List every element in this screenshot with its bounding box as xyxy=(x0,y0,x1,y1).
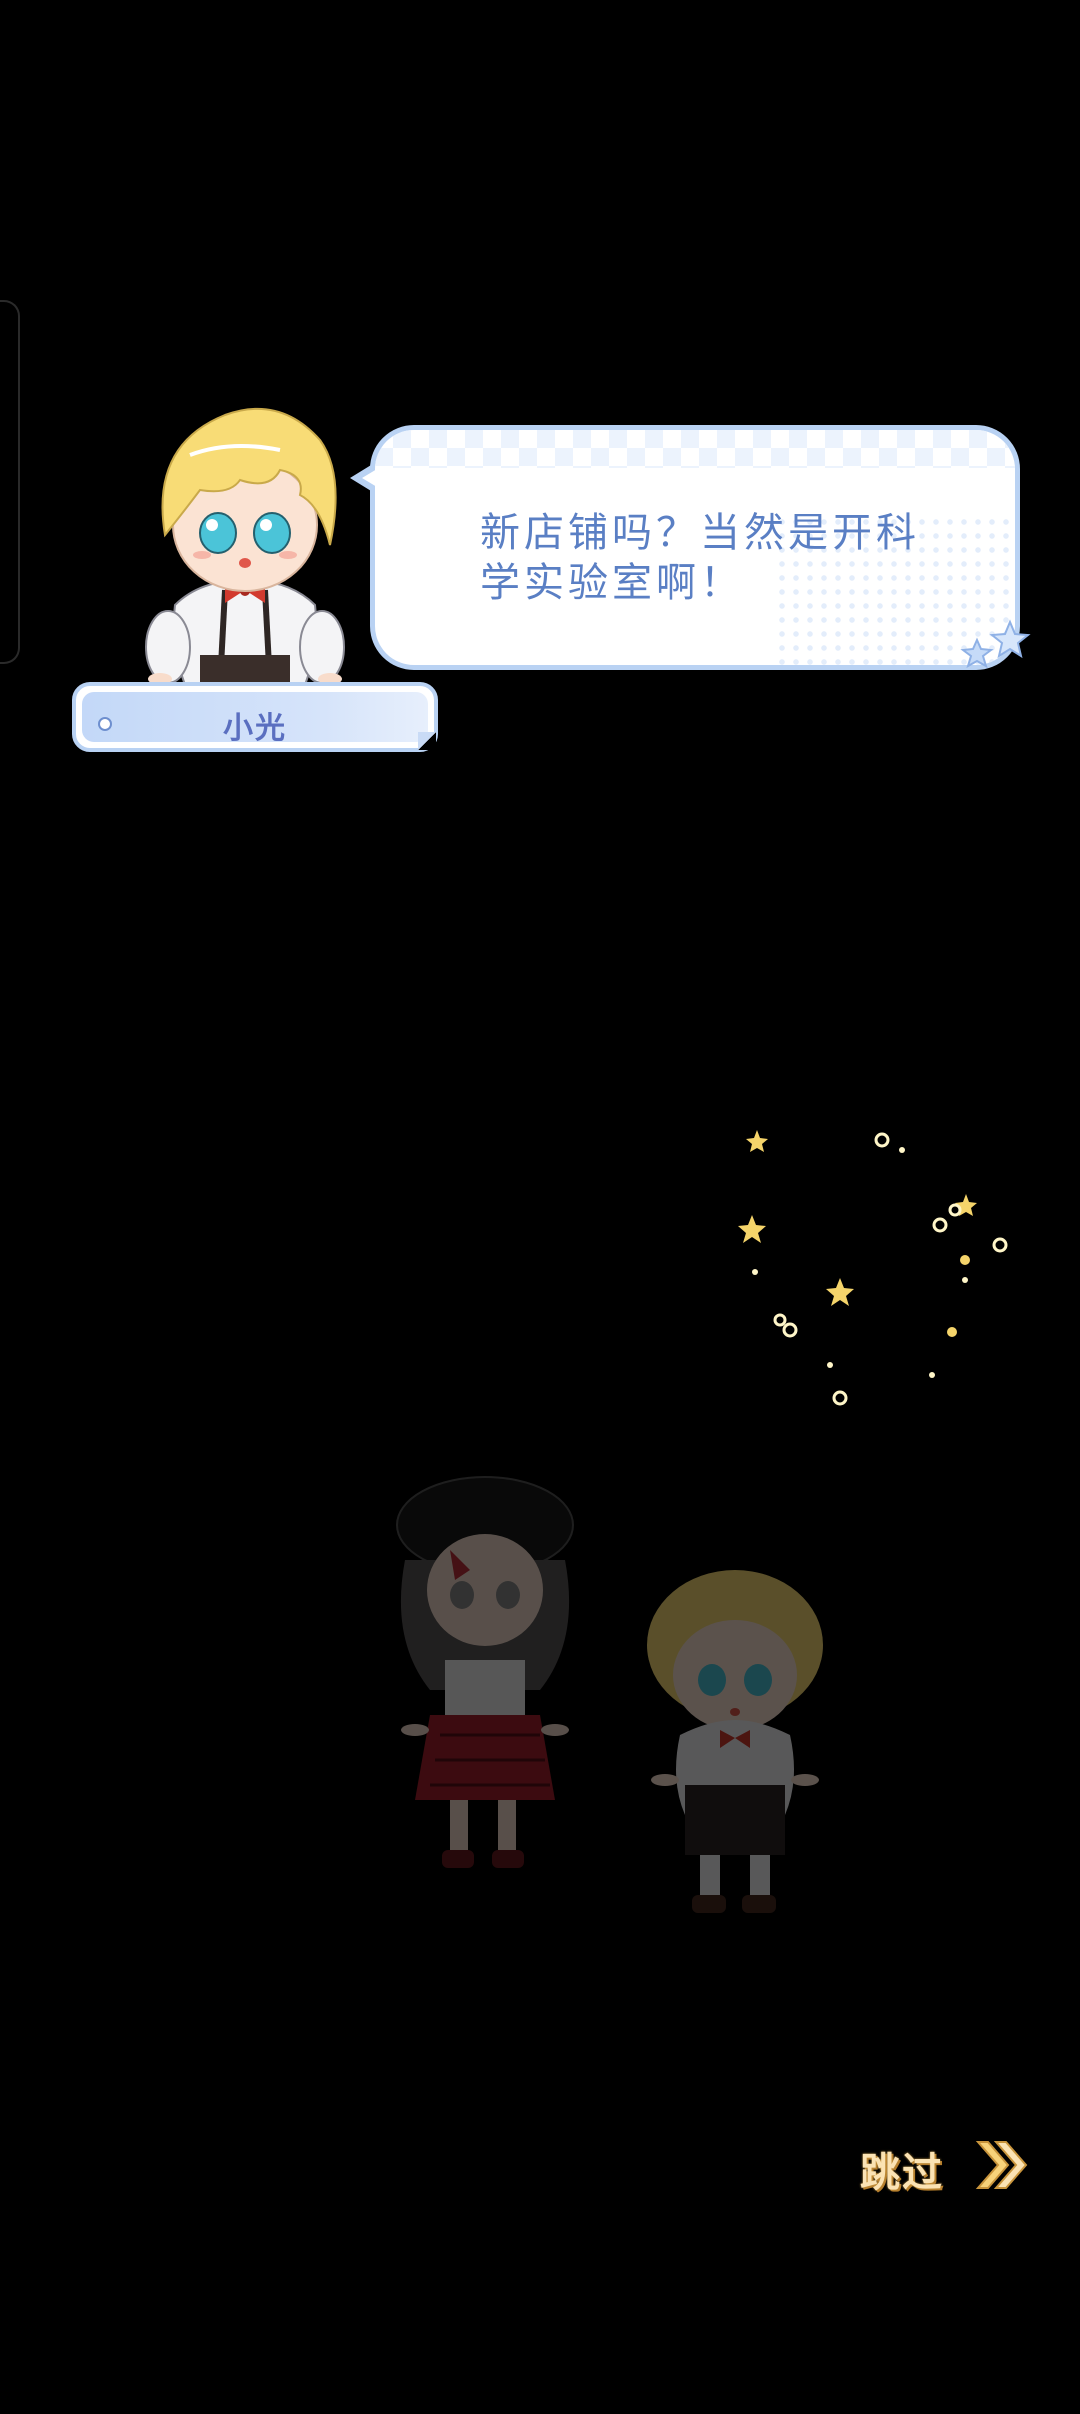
girl-character xyxy=(396,1476,574,1868)
skip-button[interactable]: 跳过 xyxy=(855,2132,1035,2196)
dialogue-bubble[interactable]: 新店铺吗？当然是开科学实验室啊！ xyxy=(370,425,1020,670)
speaker-name: 小光 xyxy=(223,711,287,746)
background-characters xyxy=(396,1476,823,1913)
star-icon xyxy=(960,619,1031,669)
double-chevron-right-icon xyxy=(975,2141,1028,2189)
side-edge-tab xyxy=(0,300,20,664)
bubble-checker-pattern xyxy=(375,430,1015,468)
speaker-portrait xyxy=(145,407,345,685)
speaker-nameplate: 小光 xyxy=(72,682,438,752)
speech-bubble-tail-inner xyxy=(362,466,382,490)
boy-character xyxy=(647,1570,823,1913)
skip-label: 跳过 xyxy=(860,2150,944,2196)
dialogue-text: 新店铺吗？当然是开科学实验室啊！ xyxy=(480,510,920,606)
sparkle-effect xyxy=(738,1130,1008,1406)
nameplate-fill: 小光 xyxy=(82,692,428,746)
nameplate-corner-fold xyxy=(418,732,436,750)
